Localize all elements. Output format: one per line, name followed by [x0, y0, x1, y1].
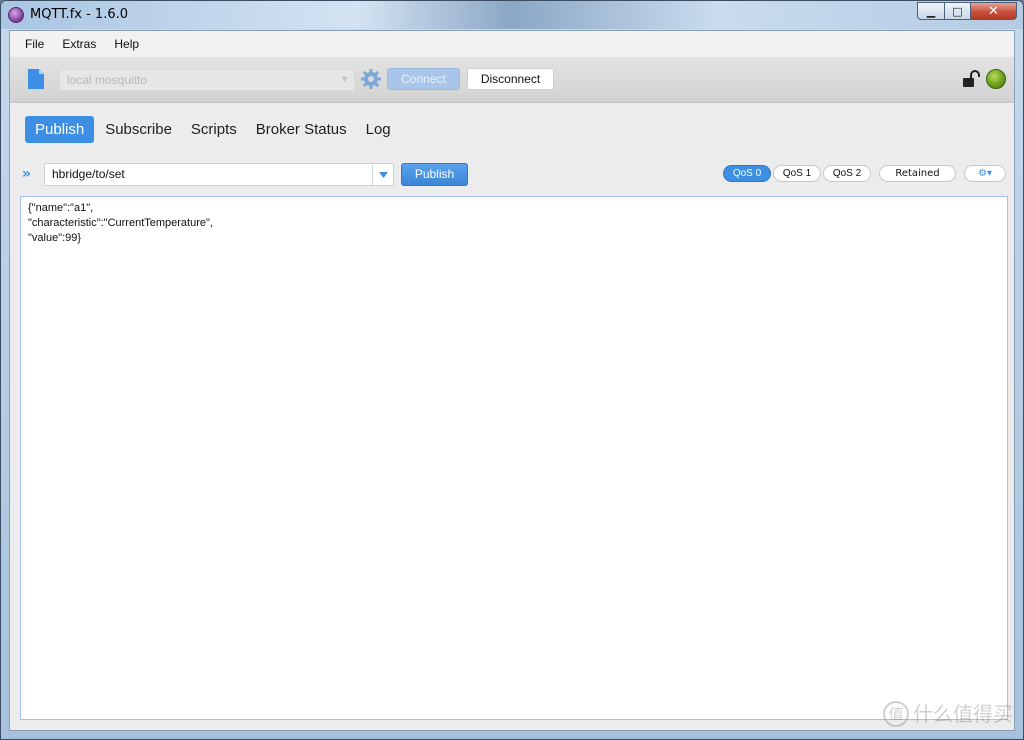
tab-log[interactable]: Log: [358, 116, 399, 143]
minimize-button[interactable]: ▁: [917, 2, 944, 20]
connection-toolbar: local mosquitto ▼ Connect Disconnect: [10, 57, 1014, 103]
gear-icon: ⚙: [978, 168, 987, 179]
maximize-button[interactable]: □: [944, 2, 970, 20]
title-bar[interactable]: MQTT.fx - 1.6.0 ▁ □ ✕: [1, 1, 1023, 29]
close-button[interactable]: ✕: [970, 2, 1017, 20]
connection-status-indicator: [986, 69, 1006, 89]
window-title: MQTT.fx - 1.6.0: [30, 7, 128, 22]
connection-profile-select[interactable]: local mosquitto ▼: [59, 69, 355, 91]
tab-broker-status[interactable]: Broker Status: [248, 116, 355, 143]
gear-icon[interactable]: [360, 68, 382, 90]
payload-editor[interactable]: {"name":"a1", "characteristic":"CurrentT…: [20, 196, 1008, 720]
menu-file[interactable]: File: [16, 37, 53, 51]
main-panel: File Extras Help local mosquitto ▼ Conne…: [9, 30, 1015, 731]
connection-profile-value: local mosquitto: [67, 73, 148, 87]
unlocked-padlock-icon: [963, 70, 980, 87]
topic-combobox[interactable]: [44, 163, 394, 186]
chevron-down-icon: ▼: [340, 74, 349, 84]
qos-selector: QoS 0 QoS 1 QoS 2: [723, 165, 873, 182]
connect-button[interactable]: Connect: [387, 68, 460, 90]
qos-1-toggle[interactable]: QoS 1: [773, 165, 821, 182]
tab-scripts[interactable]: Scripts: [183, 116, 245, 143]
app-window: MQTT.fx - 1.6.0 ▁ □ ✕ File Extras Help l…: [0, 0, 1024, 740]
chevron-down-icon: [378, 171, 388, 178]
double-chevron-right-icon[interactable]: »: [22, 167, 31, 181]
new-profile-document-icon[interactable]: [27, 68, 45, 90]
topic-dropdown-toggle[interactable]: [372, 164, 393, 185]
menu-extras[interactable]: Extras: [53, 37, 105, 51]
watermark-logo: 值: [883, 701, 909, 727]
publish-controls: » Publish QoS 0 QoS 1 QoS 2 Retained ⚙▾: [10, 163, 1014, 189]
menu-bar: File Extras Help: [10, 31, 1014, 57]
tab-subscribe[interactable]: Subscribe: [97, 116, 180, 143]
retained-toggle[interactable]: Retained: [879, 165, 956, 182]
qos-2-toggle[interactable]: QoS 2: [823, 165, 871, 182]
disconnect-button[interactable]: Disconnect: [467, 68, 554, 90]
menu-help[interactable]: Help: [105, 37, 148, 51]
tab-publish[interactable]: Publish: [25, 115, 95, 143]
publish-options-button[interactable]: ⚙▾: [964, 165, 1006, 182]
chevron-down-icon: ▾: [986, 168, 992, 179]
topic-input[interactable]: [52, 167, 362, 181]
watermark: 值什么值得买: [883, 698, 1013, 727]
main-tabs: Publish Subscribe Scripts Broker Status …: [25, 115, 402, 143]
watermark-text: 什么值得买: [913, 702, 1013, 726]
publish-button[interactable]: Publish: [401, 163, 468, 186]
app-logo-icon: [8, 7, 24, 23]
window-controls: ▁ □ ✕: [917, 2, 1017, 20]
qos-0-toggle[interactable]: QoS 0: [723, 165, 771, 182]
